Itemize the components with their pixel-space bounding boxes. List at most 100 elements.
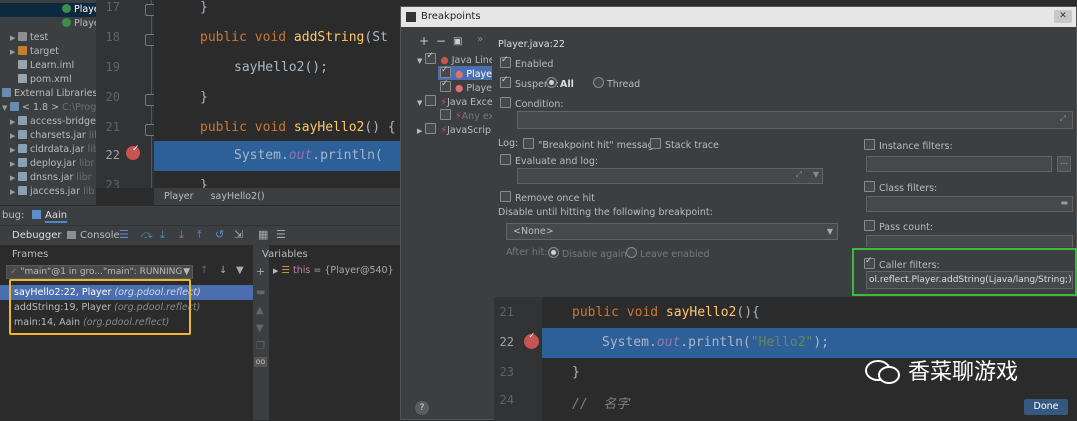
leave-enabled-radio[interactable]: Leave enabled [626,247,710,260]
glasses-icon[interactable]: oo [254,357,267,367]
expand-arrow-icon[interactable]: ▶ [10,171,18,185]
expand-arrow-icon[interactable]: ▶ [10,45,18,59]
evaluate-log-checkbox[interactable]: Evaluate and log: [500,154,598,167]
checkbox[interactable] [440,65,451,78]
fold-icon[interactable] [145,4,154,16]
instance-filters-input[interactable] [866,156,1052,172]
breadcrumb-method[interactable]: sayHello2() [211,191,265,202]
checkbox[interactable] [425,123,437,134]
down-icon[interactable]: ▼ [256,323,264,334]
class-filters-input[interactable]: ▬ [866,196,1073,212]
checkbox[interactable] [440,109,451,120]
tab-debugger[interactable]: Debugger [12,230,62,241]
tree-java-exceptions[interactable]: ▼ ⚡Java Exce [417,95,492,108]
enabled-checkbox[interactable]: Enabled [500,55,553,70]
checkbox[interactable] [440,79,451,92]
tree-javascript[interactable]: ▶ ⚡JavaScrip [417,123,491,136]
group-icon[interactable]: ▣ [453,36,462,47]
tree-item-target[interactable]: ▶ target [0,45,59,59]
expand-arrow-icon[interactable]: ▶ [10,143,18,157]
tree-item-jar[interactable]: ▶ deploy.jar libr [0,157,94,171]
condition-checkbox[interactable]: Condition: [500,97,564,110]
fold-icon[interactable] [145,34,154,46]
copy-icon[interactable]: ❐ [256,341,265,352]
tree-java-line[interactable]: ▼ ● Java Line [417,51,492,66]
variable-row[interactable]: ▶ ☰ this = {Player@540} [273,265,394,276]
step-into-icon[interactable]: ⤓ [160,228,165,242]
checkbox[interactable] [425,95,437,106]
close-button[interactable]: ✕ [1054,10,1072,23]
evaluate-icon[interactable]: ▦ [258,228,268,241]
tree-item-player-1[interactable]: Player [0,3,96,17]
expand-arrow-icon[interactable]: ▶ [10,129,18,143]
checkbox[interactable] [425,51,437,64]
suspend-all-radio[interactable]: All [546,77,574,90]
pass-count-checkbox[interactable]: Pass count: [864,220,933,233]
fold-icon[interactable] [145,94,154,106]
menu-icon[interactable]: ☰ [119,228,129,241]
tree-any-exception[interactable]: ⚡Any ex [440,109,492,122]
remove-icon[interactable]: ▬ [256,287,265,298]
add-icon[interactable]: + [419,34,429,48]
suspend-thread-radio[interactable]: Thread [593,77,640,90]
drop-frame-icon[interactable]: ↺ [215,228,224,241]
tree-item-player-2[interactable]: Player [0,17,96,31]
expand-arrow-icon[interactable]: ▶ [10,115,18,129]
pass-count-input[interactable] [866,235,1073,247]
browse-button[interactable]: … [1057,156,1071,172]
up-icon[interactable]: ▲ [256,305,264,316]
expand-icon[interactable]: ⤢ [796,170,802,180]
code-editor[interactable]: } public void addString(St sayHello2(); … [154,0,400,188]
step-out-icon[interactable]: ⤒ [197,228,202,242]
run-to-cursor-icon[interactable]: ⇲ [234,228,243,241]
thread-select[interactable]: ✓ "main"@1 in gro..."main": RUNNING ▼ [6,265,193,279]
editor-gutter[interactable]: 17 18 19 20 21 22 23 ✓ [96,0,154,188]
code-line: } [572,365,580,380]
code-line: } [200,178,208,188]
tree-item-learn-iml[interactable]: Learn.iml [0,59,74,73]
disable-again-radio[interactable]: Disable again [548,247,627,260]
folder-icon[interactable]: ▬ [1060,198,1068,207]
dropdown-arrow-icon[interactable]: ▼ [813,170,819,179]
tree-item-jar[interactable]: ▶ cldrdata.jar lib [0,143,96,157]
tab-console[interactable]: Console [80,230,120,241]
breadcrumb-class[interactable]: Player [164,191,194,202]
settings-icon[interactable]: ☰ [276,228,286,241]
stack-trace-checkbox[interactable]: Stack trace [650,138,719,151]
remove-icon[interactable]: − [436,34,446,48]
debug-session-tab[interactable]: Aain [45,210,68,223]
up-arrow-icon[interactable]: ↑ [200,265,208,276]
expand-arrow-icon[interactable]: ▶ [273,267,278,275]
step-over-icon[interactable]: ⤼ [141,228,153,242]
breakpoint-icon: ● [455,69,464,80]
more-icon[interactable]: » [477,34,483,45]
tree-item-test[interactable]: ▶ test [0,31,48,45]
expand-arrow-icon[interactable]: ▼ [2,101,10,115]
tree-item-jar[interactable]: ▶charsets.jar libr [0,129,96,143]
log-message-checkbox[interactable]: "Breakpoint hit" message [523,138,659,151]
tree-item-jar[interactable]: ▶ jaccess.jar lib [0,185,94,199]
expand-arrow-icon[interactable]: ▶ [10,31,18,45]
tree-item-external-libraries[interactable]: External Libraries [0,87,96,101]
evaluate-log-input[interactable]: ⤢ ▼ [517,168,823,184]
tree-item-jar[interactable]: ▶ access-bridge- [0,115,96,129]
condition-input[interactable]: ⤢ [517,111,1073,129]
expand-arrow-icon[interactable]: ▶ [10,157,18,171]
tree-item-jdk[interactable]: ▼< 1.8 > C:\Progra [0,101,96,115]
breakpoint-select[interactable]: <None> ▼ [506,223,838,240]
fold-icon[interactable] [145,124,154,136]
force-step-into-icon[interactable]: ⤓ [179,228,184,242]
done-button[interactable]: Done [1024,399,1068,415]
expand-icon[interactable]: ⤢ [1060,114,1066,124]
tree-player-2[interactable]: ● Player [440,79,492,94]
remove-once-checkbox[interactable]: Remove once hit [500,191,595,204]
add-icon[interactable]: + [256,265,265,278]
down-arrow-icon[interactable]: ↓ [219,265,227,276]
expand-arrow-icon[interactable]: ▶ [10,185,18,199]
help-button[interactable]: ? [415,401,429,415]
tree-item-pom-xml[interactable]: pom.xml [0,73,72,87]
instance-filters-checkbox[interactable]: Instance filters: [864,139,953,152]
filter-icon[interactable]: ▼ [236,265,244,276]
class-filters-checkbox[interactable]: Class filters: [864,181,937,194]
tree-item-jar[interactable]: ▶ dnsns.jar libr [0,171,92,185]
